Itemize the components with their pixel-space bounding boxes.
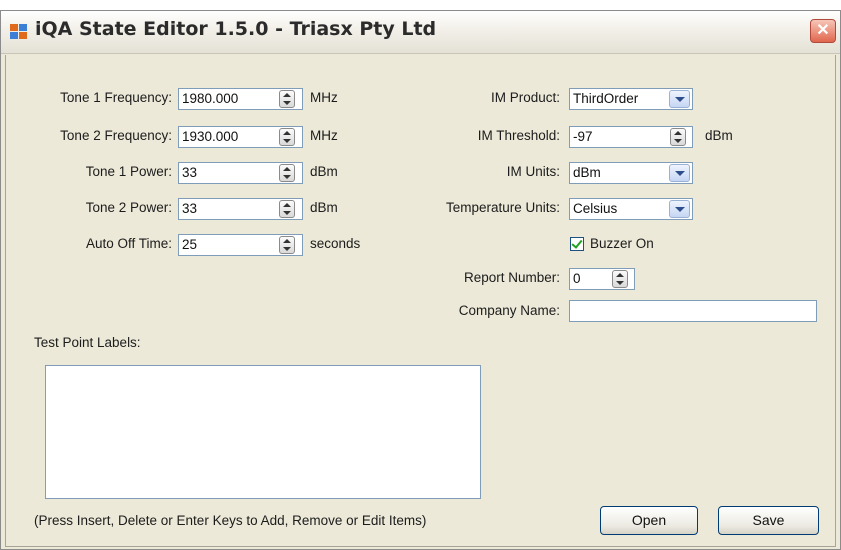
report-number-label: Report Number: — [463, 270, 560, 285]
im-units-label: IM Units: — [506, 164, 560, 179]
test-point-labels-hint: (Press Insert, Delete or Enter Keys to A… — [34, 513, 427, 528]
buzzer-label[interactable]: Buzzer On — [590, 236, 654, 251]
save-button[interactable]: Save — [718, 506, 819, 535]
auto-off-time-unit: seconds — [310, 236, 361, 251]
tone2-power-label: Tone 2 Power: — [85, 200, 172, 215]
buzzer-checkbox[interactable] — [570, 237, 584, 251]
tone2-frequency-unit: MHz — [310, 128, 338, 143]
tone2-frequency-label: Tone 2 Frequency: — [60, 128, 172, 143]
title-bar[interactable]: iQA State Editor 1.5.0 - Triasx Pty Ltd … — [1, 11, 840, 54]
tone1-power-spinner[interactable] — [279, 164, 295, 182]
tone1-frequency-unit: MHz — [310, 90, 338, 105]
window-title: iQA State Editor 1.5.0 - Triasx Pty Ltd — [35, 18, 437, 40]
im-threshold-spinner[interactable] — [670, 128, 686, 146]
im-product-dropdown-button[interactable] — [669, 90, 690, 108]
im-threshold-unit: dBm — [705, 128, 733, 143]
tone1-frequency-label: Tone 1 Frequency: — [60, 90, 172, 105]
im-threshold-label: IM Threshold: — [477, 128, 560, 143]
form-panel: Tone 1 Frequency: 1980.000 MHz Tone 2 Fr… — [5, 55, 836, 547]
close-icon: ✕ — [816, 22, 830, 39]
app-icon — [10, 24, 28, 40]
company-name-input[interactable] — [569, 300, 817, 322]
auto-off-time-label: Auto Off Time: — [85, 236, 172, 251]
tone1-power-label: Tone 1 Power: — [85, 164, 172, 179]
temperature-units-dropdown-button[interactable] — [669, 200, 690, 218]
company-name-label: Company Name: — [458, 303, 560, 318]
im-units-dropdown-button[interactable] — [669, 164, 690, 182]
test-point-labels-heading: Test Point Labels: — [34, 335, 141, 350]
temperature-units-label: Temperature Units: — [445, 200, 560, 215]
im-product-label: IM Product: — [490, 90, 560, 105]
test-point-labels-listbox[interactable] — [45, 365, 481, 499]
tone2-power-spinner[interactable] — [279, 200, 295, 218]
tone2-power-unit: dBm — [310, 200, 338, 215]
tone1-frequency-spinner[interactable] — [279, 90, 295, 108]
tone1-power-unit: dBm — [310, 164, 338, 179]
close-button[interactable]: ✕ — [810, 19, 836, 43]
auto-off-time-spinner[interactable] — [279, 236, 295, 254]
tone2-frequency-spinner[interactable] — [279, 128, 295, 146]
app-window: iQA State Editor 1.5.0 - Triasx Pty Ltd … — [0, 10, 841, 550]
report-number-spinner[interactable] — [612, 270, 628, 288]
open-button[interactable]: Open — [600, 506, 698, 535]
